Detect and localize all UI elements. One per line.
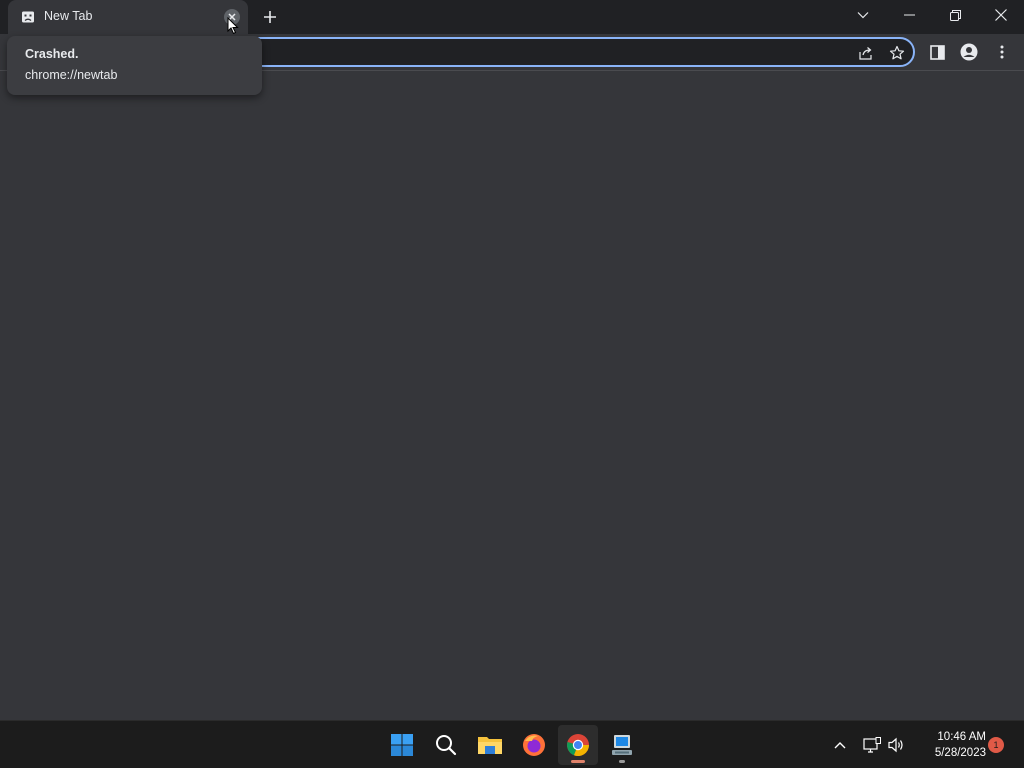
close-icon [995, 9, 1007, 21]
running-app-indicator [619, 760, 625, 763]
start-button[interactable] [382, 725, 422, 765]
new-tab-button[interactable] [258, 5, 282, 29]
taskbar-search-button[interactable] [426, 725, 466, 765]
minimize-icon [903, 14, 915, 16]
restore-icon [949, 9, 961, 21]
remote-desktop-button[interactable] [602, 725, 642, 765]
network-icon[interactable] [862, 735, 882, 755]
hover-card-url: chrome://newtab [25, 68, 118, 82]
sad-tab-icon [21, 10, 35, 24]
share-icon[interactable] [857, 44, 875, 62]
taskbar: 10:46 AM 5/28/2023 1 [0, 720, 1024, 768]
search-icon [436, 735, 457, 756]
menu-icon[interactable] [992, 42, 1012, 62]
firefox-button[interactable] [514, 725, 554, 765]
page-content [0, 71, 1024, 720]
hover-card-title: Crashed. [25, 47, 79, 61]
tab-new-tab[interactable]: New Tab [8, 0, 248, 34]
restore-button[interactable] [932, 0, 978, 30]
clock-time: 10:46 AM [937, 731, 986, 743]
show-hidden-icons-chevron[interactable] [830, 735, 850, 755]
profile-icon[interactable] [959, 42, 979, 62]
system-clock[interactable]: 10:46 AM 5/28/2023 [912, 729, 986, 761]
chrome-icon [567, 734, 590, 757]
start-icon [391, 734, 413, 756]
remote-desktop-icon [612, 735, 632, 755]
plus-icon [264, 11, 276, 23]
chrome-button[interactable] [558, 725, 598, 765]
active-app-indicator [571, 760, 585, 763]
clock-date: 5/28/2023 [934, 747, 986, 759]
bookmark-star-icon[interactable] [888, 44, 906, 62]
tab-hover-card: Crashed. chrome://newtab [7, 36, 262, 95]
volume-icon[interactable] [886, 735, 906, 755]
tab-search-button[interactable] [840, 0, 886, 30]
chevron-down-icon [857, 12, 869, 19]
side-panel-icon[interactable] [927, 42, 947, 62]
file-explorer-button[interactable] [470, 725, 510, 765]
firefox-icon [523, 734, 545, 756]
mouse-cursor-icon [227, 17, 239, 35]
tab-title: New Tab [44, 9, 93, 23]
window-close-button[interactable] [978, 0, 1024, 30]
minimize-button[interactable] [886, 0, 932, 30]
file-explorer-icon [478, 737, 502, 754]
notification-badge[interactable]: 1 [988, 737, 1004, 753]
tab-strip: New Tab [0, 0, 1024, 34]
